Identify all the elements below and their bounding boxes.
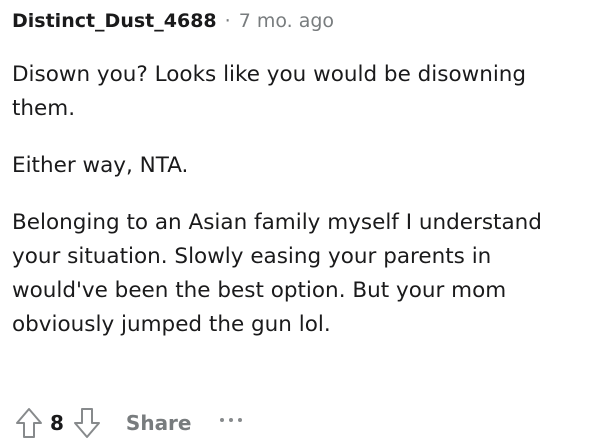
more-options-icon — [219, 418, 224, 422]
downvote-button[interactable] — [70, 404, 104, 442]
share-button[interactable]: Share — [126, 411, 192, 435]
arrow-up-outline-icon — [16, 408, 42, 438]
comment-timestamp[interactable]: 7 mo. ago — [239, 10, 334, 32]
comment-paragraph-2: Either way, NTA. — [12, 153, 189, 178]
upvote-button[interactable] — [12, 404, 46, 442]
vote-score: 8 — [50, 411, 64, 435]
author-username[interactable]: Distinct_Dust_4688 — [12, 10, 217, 32]
more-options-icon — [228, 418, 233, 422]
comment-paragraph-1: Disown you? Looks like you would be diso… — [12, 62, 527, 121]
comment-paragraph-3: Belonging to an Asian family myself I un… — [12, 210, 542, 337]
more-options-icon — [237, 418, 242, 422]
comment-body: Disown you? Looks like you would be diso… — [12, 58, 592, 365]
comment-meta: Distinct_Dust_4688 · 7 mo. ago — [12, 8, 334, 34]
arrow-down-outline-icon — [73, 408, 100, 438]
comment: Distinct_Dust_4688 · 7 mo. ago Disown yo… — [12, 0, 592, 443]
more-options-button[interactable] — [219, 401, 242, 439]
meta-separator: · — [224, 10, 231, 32]
comment-actions: 8 Share — [12, 404, 242, 442]
